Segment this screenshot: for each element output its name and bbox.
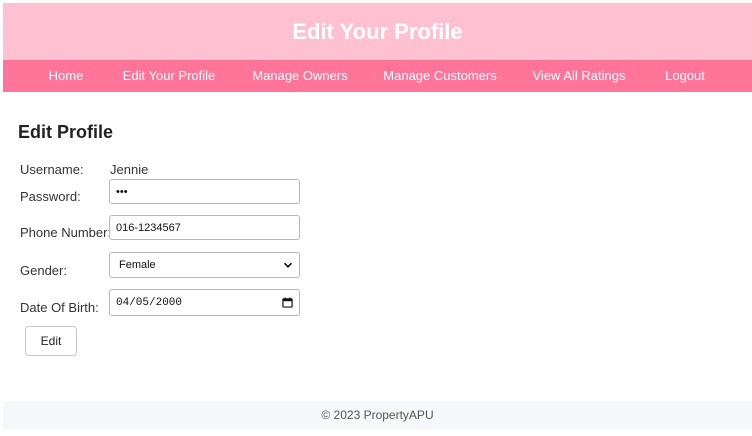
main-nav: Home Edit Your Profile Manage Owners Man… [3, 60, 752, 92]
chevron-down-icon [283, 262, 293, 268]
gender-select[interactable]: Female [109, 252, 300, 278]
gender-select-value: Female [119, 259, 156, 271]
dob-field[interactable]: 04/05/2000 [109, 289, 300, 316]
dob-label: Date Of Birth: [20, 300, 99, 315]
nav-item-home[interactable]: Home [49, 60, 84, 92]
dob-field-value: 04/05/2000 [116, 296, 183, 309]
nav-item-manage-customers[interactable]: Manage Customers [383, 60, 496, 92]
edit-button[interactable]: Edit [25, 326, 77, 356]
username-value: Jennie [110, 162, 149, 177]
phone-label: Phone Number: [20, 225, 112, 240]
nav-item-view-all-ratings[interactable]: View All Ratings [533, 60, 626, 92]
password-field-value: ••• [116, 185, 128, 198]
footer-copyright: © 2023 PropertyAPU [321, 408, 434, 422]
form-title: Edit Profile [18, 122, 114, 142]
password-label: Password: [20, 189, 81, 204]
phone-field-value: 016-1234567 [116, 221, 181, 234]
page-header-title: Edit Your Profile [292, 18, 463, 44]
calendar-icon[interactable] [282, 297, 293, 308]
gender-label: Gender: [20, 263, 67, 278]
page-footer: © 2023 PropertyAPU [3, 401, 752, 429]
nav-item-edit-profile[interactable]: Edit Your Profile [123, 60, 216, 92]
password-field[interactable]: ••• [109, 179, 300, 204]
page-header: Edit Your Profile [3, 3, 752, 60]
nav-item-logout[interactable]: Logout [665, 60, 705, 92]
phone-field[interactable]: 016-1234567 [109, 215, 300, 240]
username-label: Username: [20, 162, 84, 177]
nav-item-manage-owners[interactable]: Manage Owners [252, 60, 347, 92]
